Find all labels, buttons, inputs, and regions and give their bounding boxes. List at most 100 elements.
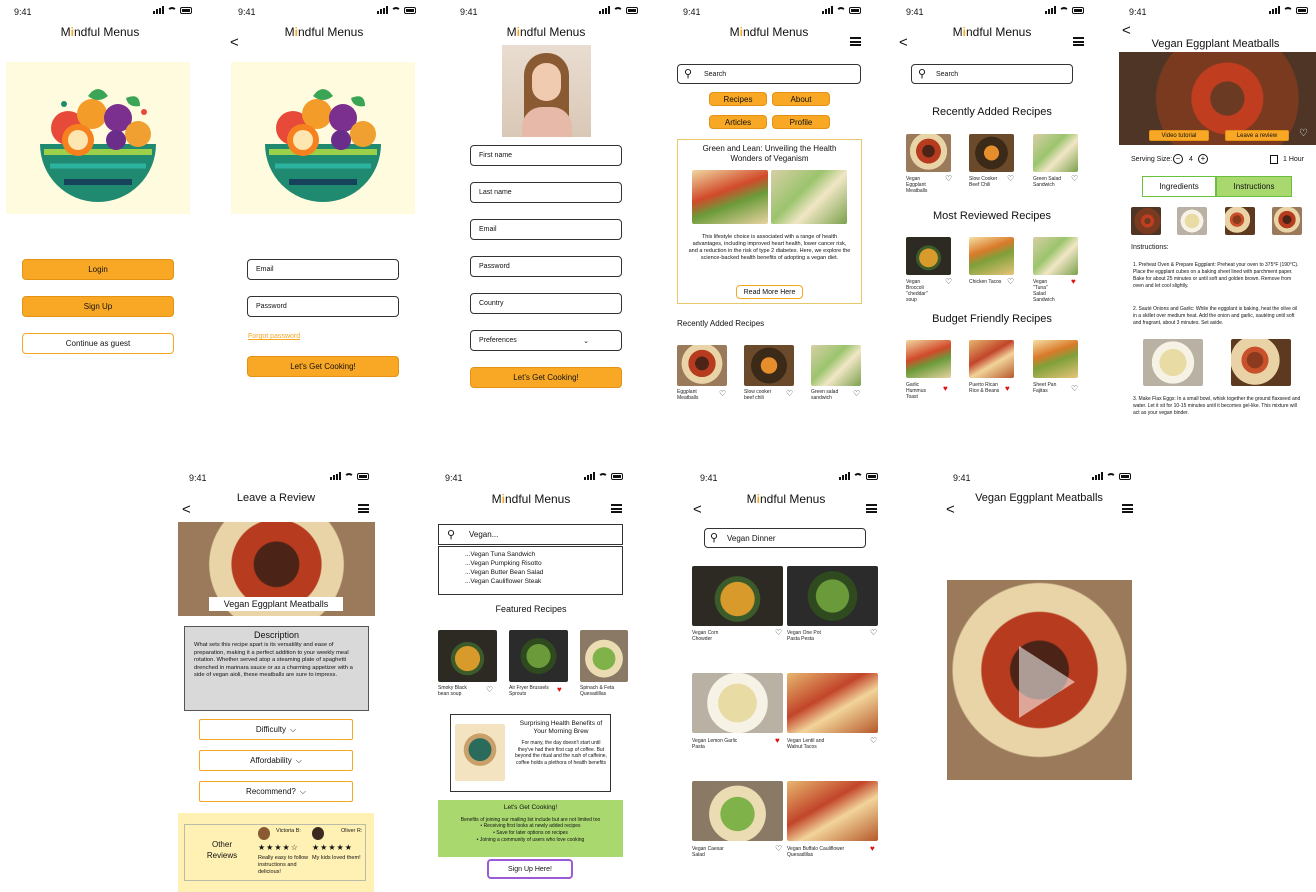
status-bar: 9:41 [939, 466, 1139, 488]
heart-filled-icon[interactable]: ♥ [557, 686, 562, 694]
heart-icon[interactable]: ♡ [1071, 385, 1078, 393]
heart-icon[interactable]: ♡ [775, 845, 782, 853]
guest-button[interactable]: Continue as guest [22, 333, 174, 354]
country-field[interactable]: Country [470, 293, 622, 314]
login-button[interactable]: Login [22, 259, 174, 280]
nav-profile-button[interactable]: Profile [772, 115, 830, 129]
signal-icon [1045, 6, 1056, 14]
star-rating: ★★★★★ [312, 843, 353, 852]
recipe-label: Vegan Eggplant Meatballs [906, 176, 928, 194]
suggestion-item[interactable]: ...Vegan Tuna Sandwich [465, 550, 622, 559]
article-card[interactable]: Surprising Health Benefits of Your Morni… [450, 714, 611, 792]
menu-icon[interactable] [866, 504, 877, 513]
menu-icon[interactable] [358, 504, 369, 513]
tab-ingredients[interactable]: Ingredients [1142, 176, 1216, 197]
heart-icon[interactable]: ♡ [1007, 278, 1014, 286]
recipe-image[interactable] [580, 630, 628, 682]
plus-icon[interactable]: + [1198, 154, 1208, 164]
email-field[interactable]: Email [470, 219, 622, 240]
recipe-image[interactable] [1033, 134, 1078, 172]
recipe-image[interactable] [438, 630, 497, 682]
leave-review-button[interactable]: Leave a review [1225, 130, 1289, 141]
play-icon[interactable] [1019, 646, 1075, 718]
heart-icon[interactable]: ♡ [1071, 175, 1078, 183]
minus-icon[interactable]: − [1173, 154, 1183, 164]
recipe-image[interactable] [811, 345, 861, 386]
tab-instructions[interactable]: Instructions [1216, 176, 1292, 197]
back-icon[interactable]: < [946, 502, 955, 517]
chevron-down-icon: ⌄ [583, 337, 589, 345]
recipe-image[interactable] [692, 781, 783, 841]
recipe-image[interactable] [787, 781, 878, 841]
heart-icon[interactable]: ♡ [775, 629, 782, 637]
recipe-image[interactable] [1033, 340, 1078, 378]
suggestion-item[interactable]: ...Vegan Pumpking Risotto [465, 559, 622, 568]
heart-icon[interactable]: ♡ [870, 737, 877, 745]
recipe-image[interactable] [906, 134, 951, 172]
recipe-image[interactable] [1033, 237, 1078, 275]
recipe-image[interactable] [969, 340, 1014, 378]
lets-get-cooking-button[interactable]: Let's Get Cooking! [470, 367, 622, 388]
menu-icon[interactable] [1122, 504, 1133, 513]
battery-icon [866, 472, 878, 480]
menu-icon[interactable] [1073, 37, 1084, 46]
recipe-name-banner: Vegan Eggplant Meatballs [209, 597, 343, 611]
heart-icon[interactable]: ♡ [486, 686, 493, 694]
heart-icon[interactable]: ♡ [719, 390, 726, 398]
preferences-select[interactable]: Preferences ⌄ [470, 330, 622, 351]
email-field[interactable]: Email [247, 259, 399, 280]
recipe-image[interactable] [692, 566, 783, 626]
last-name-field[interactable]: Last name [470, 182, 622, 203]
recipe-image[interactable] [787, 673, 878, 733]
recommend-dropdown[interactable]: Recommend? ⌵ [199, 781, 353, 802]
password-field[interactable]: Password [247, 296, 399, 317]
heart-filled-icon[interactable]: ♥ [775, 737, 780, 745]
password-field[interactable]: Password [470, 256, 622, 277]
recipe-image[interactable] [906, 340, 951, 378]
nav-about-button[interactable]: About [772, 92, 830, 106]
recipe-image[interactable] [744, 345, 794, 386]
back-icon[interactable]: < [182, 502, 191, 517]
recipe-image[interactable] [906, 237, 951, 275]
recipe-image[interactable] [787, 566, 878, 626]
search-input[interactable]: ⚲ Search [911, 64, 1073, 84]
lets-get-cooking-button[interactable]: Let's Get Cooking! [247, 356, 399, 377]
nav-recipes-button[interactable]: Recipes [709, 92, 767, 106]
search-input[interactable]: ⚲ Vegan Dinner [704, 528, 866, 548]
article-body: For many, the day doesn't start until th… [515, 740, 607, 766]
heart-icon[interactable]: ♡ [945, 175, 952, 183]
avatar [502, 45, 591, 137]
heart-icon[interactable]: ♡ [786, 390, 793, 398]
recipe-image[interactable] [969, 134, 1014, 172]
read-more-button[interactable]: Read More Here [736, 285, 803, 299]
search-input[interactable]: ⚲ Vegan... [438, 524, 623, 545]
heart-filled-icon[interactable]: ♥ [943, 385, 948, 393]
heart-filled-icon[interactable]: ♥ [1005, 385, 1010, 393]
article-card[interactable]: Green and Lean: Unveiling the Health Won… [677, 139, 862, 304]
suggestion-item[interactable]: ...Vegan Cauliflower Steak [465, 577, 622, 586]
heart-icon[interactable]: ♡ [870, 629, 877, 637]
affordability-dropdown[interactable]: Affordability ⌵ [199, 750, 353, 771]
heart-filled-icon[interactable]: ♥ [1071, 278, 1076, 286]
menu-icon[interactable] [850, 37, 861, 46]
signup-here-button[interactable]: Sign Up Here! [487, 859, 573, 879]
recipe-image[interactable] [969, 237, 1014, 275]
forgot-password-link[interactable]: Forgot password [248, 333, 300, 340]
suggestion-item[interactable]: ...Vegan Butter Bean Salad [465, 568, 622, 577]
recipe-image[interactable] [509, 630, 568, 682]
first-name-field[interactable]: First name [470, 145, 622, 166]
nav-articles-button[interactable]: Articles [709, 115, 767, 129]
heart-icon[interactable]: ♡ [1007, 175, 1014, 183]
difficulty-dropdown[interactable]: Difficulty ⌵ [199, 719, 353, 740]
video-tutorial-button[interactable]: Video tutorial [1149, 130, 1209, 141]
recipe-image[interactable] [677, 345, 727, 386]
back-icon[interactable]: < [1122, 23, 1131, 38]
menu-icon[interactable] [611, 504, 622, 513]
heart-icon[interactable]: ♡ [1299, 129, 1308, 139]
heart-filled-icon[interactable]: ♥ [870, 845, 875, 853]
heart-icon[interactable]: ♡ [945, 278, 952, 286]
search-input[interactable]: ⚲ Search [677, 64, 861, 84]
heart-icon[interactable]: ♡ [853, 390, 860, 398]
signup-button[interactable]: Sign Up [22, 296, 174, 317]
recipe-image[interactable] [692, 673, 783, 733]
